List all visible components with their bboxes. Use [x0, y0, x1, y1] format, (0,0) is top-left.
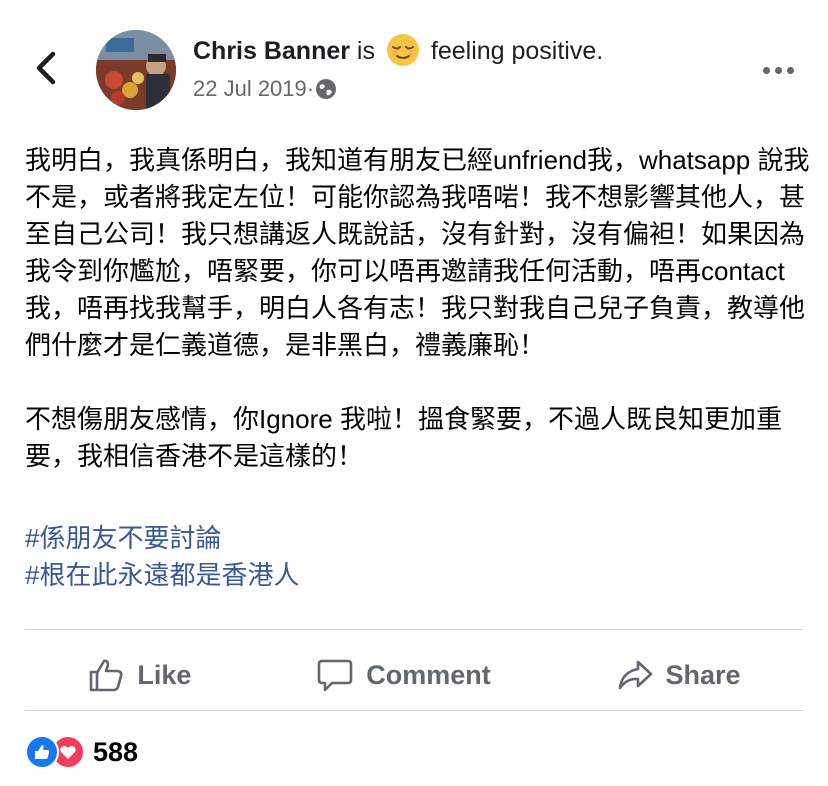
hashtag-link[interactable]: #係朋友不要討論: [25, 520, 810, 557]
status-prefix: is: [349, 37, 382, 65]
comment-icon: [317, 659, 353, 692]
more-dot-icon: [762, 66, 770, 74]
more-dot-icon: [786, 66, 794, 74]
author-name[interactable]: Chris Banner: [193, 37, 350, 65]
comment-label: Comment: [366, 659, 491, 690]
reactions-summary[interactable]: 588: [25, 735, 138, 769]
comment-button[interactable]: Comment: [316, 656, 491, 694]
relieved-face-icon: [386, 34, 419, 66]
back-button[interactable]: [22, 42, 70, 94]
post-paragraph: 不想傷朋友感情，你Ignore 我啦！搵食緊要，不過人既良知更加重要，我相信香港…: [25, 404, 782, 471]
like-reaction-icon: [25, 735, 59, 769]
post-header-line: Chris Banner is feeling positive.: [193, 33, 603, 69]
meta-separator: ·: [306, 76, 315, 101]
thumbs-up-icon: [90, 659, 123, 692]
more-dot-icon: [774, 66, 782, 74]
avatar[interactable]: [96, 30, 176, 110]
post-date[interactable]: 22 Jul 2019: [193, 72, 307, 106]
share-label: Share: [665, 659, 741, 690]
globe-icon: [316, 79, 337, 99]
like-label: Like: [137, 659, 192, 690]
chevron-left-icon: [36, 51, 56, 85]
action-bar: Like Comment Share: [25, 640, 803, 710]
post-paragraph: 我明白，我真係明白，我知道有朋友已經unfriend我，whatsapp 說我不…: [25, 145, 810, 360]
post-meta: 22 Jul 2019 ·: [193, 72, 338, 106]
more-options-button[interactable]: [758, 56, 798, 84]
post-body: 我明白，我真係明白，我知道有朋友已經unfriend我，whatsapp 說我不…: [25, 142, 810, 594]
status-feeling: feeling positive.: [423, 37, 604, 65]
divider: [25, 710, 803, 711]
divider: [25, 629, 803, 630]
like-button[interactable]: Like: [87, 656, 191, 694]
hashtag-link[interactable]: #根在此永遠都是香港人: [25, 557, 810, 594]
share-icon: [618, 660, 652, 690]
share-button[interactable]: Share: [616, 656, 741, 694]
avatar-photo: [96, 30, 176, 110]
reaction-count: 588: [93, 736, 139, 767]
